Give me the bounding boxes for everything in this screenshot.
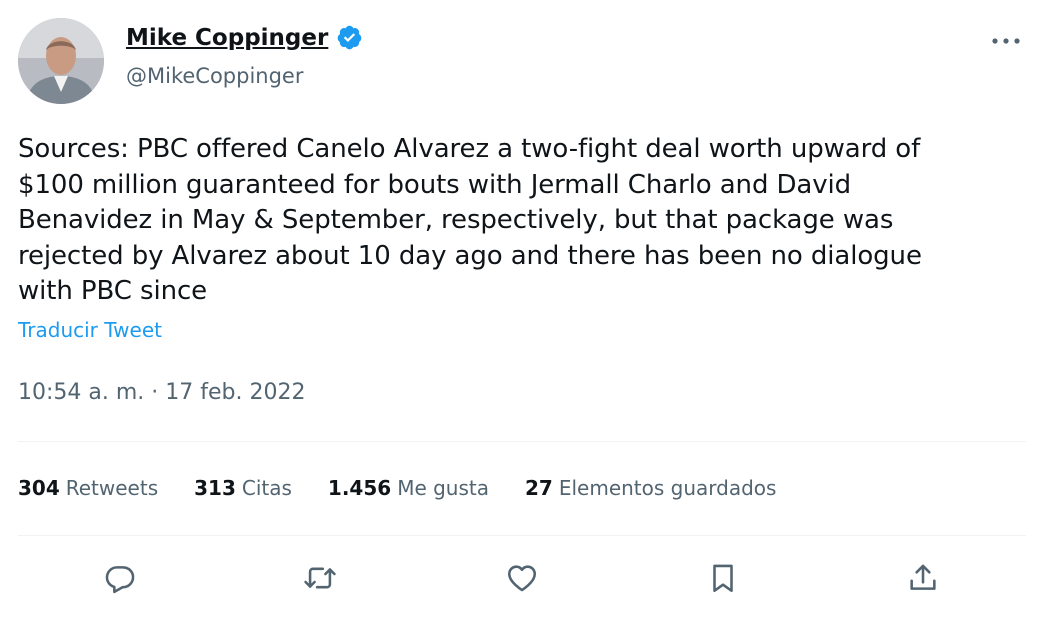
author-handle[interactable]: @MikeCoppinger [126, 64, 304, 88]
tweet-text: Sources: PBC offered Canelo Alvarez a tw… [18, 134, 922, 306]
reply-button[interactable] [98, 556, 142, 600]
divider [18, 535, 1026, 536]
tweet-timestamp[interactable]: 10:54 a. m. · 17 feb. 2022 [18, 380, 305, 405]
bookmark-icon [713, 564, 733, 593]
retweets-label: Retweets [65, 476, 159, 500]
more-horizontal-icon [992, 38, 1020, 44]
translate-tweet-link[interactable]: Traducir Tweet [18, 318, 162, 342]
retweet-button[interactable] [298, 556, 342, 600]
share-button[interactable] [901, 556, 945, 600]
share-icon [910, 564, 936, 590]
quotes-label: Citas [241, 476, 292, 500]
author-row: Mike Coppinger [126, 24, 363, 51]
retweets-count: 304 [18, 476, 60, 500]
bookmarks-count: 27 [525, 476, 553, 500]
engagement-stats: 304 Retweets 313 Citas 1.456 Me gusta 27 Ele… [18, 476, 776, 500]
divider [18, 441, 1026, 442]
verified-badge-icon [336, 24, 363, 51]
quotes-stat[interactable]: 313 Citas [194, 476, 292, 500]
heart-icon [507, 565, 537, 592]
retweets-stat[interactable]: 304 Retweets [18, 476, 158, 500]
bookmarks-label: Elementos guardados [558, 476, 777, 500]
like-button[interactable] [500, 556, 544, 600]
action-bar [0, 556, 1040, 606]
avatar-image [18, 18, 104, 104]
likes-label: Me gusta [397, 476, 489, 500]
likes-count: 1.456 [327, 476, 392, 500]
likes-stat[interactable]: 1.456 Me gusta [328, 476, 489, 500]
bookmarks-stat[interactable]: 27 Elementos guardados [525, 476, 776, 500]
avatar[interactable] [18, 18, 104, 104]
retweet-icon [304, 567, 336, 589]
bookmark-button[interactable] [701, 556, 745, 600]
reply-icon [105, 566, 135, 594]
quotes-count: 313 [194, 476, 236, 500]
tweet-card: Mike Coppinger @MikeCoppinger Sources: P… [0, 0, 1040, 620]
more-options-button[interactable] [986, 26, 1026, 56]
author-display-name[interactable]: Mike Coppinger [126, 25, 328, 51]
